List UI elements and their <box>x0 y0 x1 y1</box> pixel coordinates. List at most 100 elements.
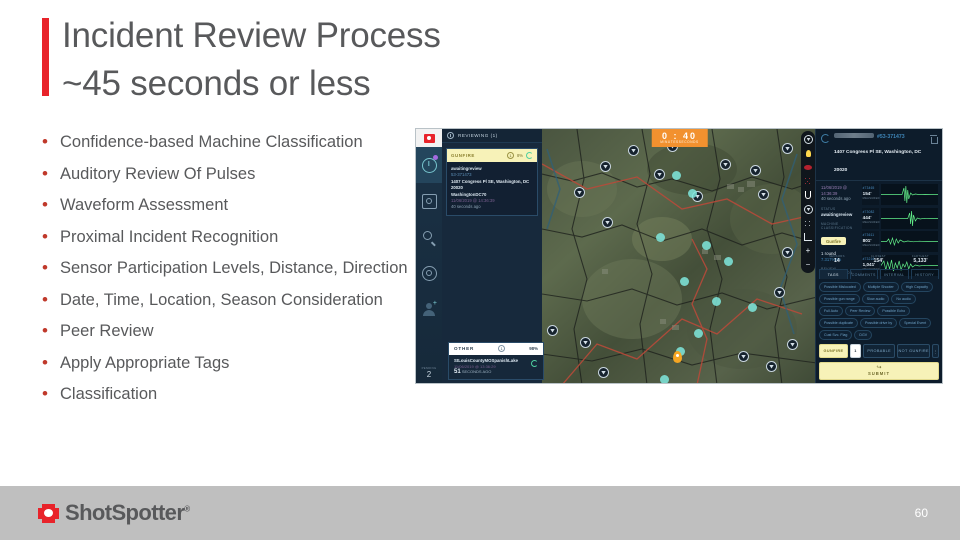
incident-detail-panel: #53-371473 1407 Congress Pl SE, Washingt… <box>815 129 942 383</box>
sensor-pin-icon[interactable] <box>803 204 813 214</box>
waveform-plot[interactable] <box>880 207 938 229</box>
incident-marker[interactable] <box>724 257 733 266</box>
sidebar-item-user[interactable]: + <box>416 291 442 327</box>
list-item: • Waveform Assessment <box>38 191 413 220</box>
tab-history[interactable]: HISTORY <box>910 269 939 279</box>
list-item: • Peer Review <box>38 317 413 346</box>
incident-marker[interactable] <box>702 241 711 250</box>
tag-chip[interactable]: Possible duplicate <box>819 318 858 328</box>
dot-cluster-icon[interactable] <box>803 176 813 186</box>
sensor-pin[interactable] <box>574 187 585 198</box>
incident-marker[interactable] <box>694 329 703 338</box>
probable-button[interactable]: PROBABLE <box>862 344 896 358</box>
tag-chip[interactable]: Possible gun range <box>819 294 860 304</box>
incident-marker[interactable] <box>680 277 689 286</box>
other-card-body: StLouisCountyMOSpanishLake 11/06/2019 @ … <box>449 355 543 379</box>
bullet-dot-icon: • <box>42 226 48 246</box>
sensor-pin[interactable] <box>782 247 793 258</box>
grid-icon[interactable] <box>803 218 813 228</box>
sensor-pin[interactable] <box>774 287 785 298</box>
other-count: 1 <box>498 345 506 353</box>
sensor-pin[interactable] <box>580 337 591 348</box>
zoom-out-icon[interactable]: − <box>803 260 813 270</box>
sensor-pin[interactable] <box>598 367 609 378</box>
tag-chip[interactable]: Possible Mislocated <box>819 282 861 292</box>
tag-chip[interactable]: Possible Echo <box>877 306 911 316</box>
waveform-row[interactable]: #73082 444' MEASURED <box>861 207 938 229</box>
sensor-pin[interactable] <box>782 143 793 154</box>
tag-chip[interactable]: Multiple Shooter <box>862 282 899 292</box>
list-item: • Proximal Incident Recognition <box>38 223 413 252</box>
incident-marker[interactable] <box>712 297 721 306</box>
gunfire-button[interactable]: GUNFIRE <box>819 344 848 358</box>
incident-marker[interactable] <box>688 189 697 198</box>
classification-actions: GUNFIRE 1 PROBABLE NOT GUNFIRE ⋮ <box>816 340 942 360</box>
sidebar-item-settings[interactable] <box>416 255 442 291</box>
tab-tags[interactable]: TAGS <box>819 269 848 279</box>
waveform-distance: 801' <box>862 238 872 243</box>
incident-marker[interactable] <box>748 303 757 312</box>
tag-chip[interactable]: High Capacity <box>900 282 934 292</box>
trophy-icon[interactable] <box>803 190 813 200</box>
incident-age: 40 seconds ago <box>451 204 481 210</box>
incident-marker[interactable] <box>660 375 669 383</box>
tag-chip[interactable]: No audio <box>891 294 916 304</box>
incident-card-body: awaitingreview 53-371473 1407 Congress P… <box>447 162 537 215</box>
sidebar-item-search[interactable] <box>416 219 442 255</box>
sidebar-item-alerts[interactable] <box>416 147 442 183</box>
sensor-pin[interactable] <box>738 351 749 362</box>
sensor-pin[interactable] <box>750 165 761 176</box>
waveform-plot[interactable] <box>880 184 938 205</box>
incident-map[interactable]: 0 : 40 MINUTES SECONDS + − <box>542 129 817 383</box>
incident-marker[interactable] <box>656 233 665 242</box>
list-item: • Sensor Participation Levels, Distance,… <box>38 254 413 283</box>
list-item: • Date, Time, Location, Season Considera… <box>38 286 413 315</box>
sensor-pin[interactable] <box>600 161 611 172</box>
sensor-pin[interactable] <box>758 189 769 200</box>
tag-list: Possible Mislocated Multiple Shooter Hig… <box>816 279 942 340</box>
sensor-pin[interactable] <box>654 169 665 180</box>
incident-oval-icon[interactable] <box>803 162 813 172</box>
round-count-stepper[interactable]: 1 <box>849 344 861 358</box>
other-incident-card[interactable]: OTHER 1 98% StLouisCountyMOSpanishLake 1… <box>448 341 544 380</box>
lightbulb-icon[interactable] <box>803 148 813 158</box>
waveform-row[interactable]: #73465 154' MEASURED <box>861 184 938 205</box>
bullet-dot-icon: • <box>42 195 48 214</box>
incident-queue-card[interactable]: GUNFIRE 1 8% awaitingreview 53-371473 14… <box>446 148 538 217</box>
bullet-dot-icon: • <box>42 289 48 309</box>
incident-address-line-1: 1407 Congress Pl SE, Washington, DC <box>451 178 530 184</box>
waveform-row[interactable]: #73611 801' MEASURED <box>861 231 938 252</box>
other-classification: OTHER <box>454 346 475 352</box>
sensor-pin[interactable] <box>720 159 731 170</box>
detail-address: 1407 Congress Pl SE, Washington, DC 2002… <box>834 150 922 173</box>
more-options-icon[interactable]: ⋮ <box>931 344 939 358</box>
tag-chip[interactable]: Full Auto <box>819 306 843 316</box>
selected-incident-pin[interactable] <box>673 351 682 363</box>
trash-icon[interactable] <box>930 135 939 144</box>
tag-chip[interactable]: Peer Review <box>844 306 876 316</box>
tag-chip[interactable]: Special Event <box>899 318 932 328</box>
sensor-pin[interactable] <box>602 217 613 228</box>
incident-marker[interactable] <box>672 171 681 180</box>
waveform-plot[interactable] <box>880 231 938 252</box>
tab-comments[interactable]: COMMENTS <box>849 269 878 279</box>
measure-icon[interactable] <box>803 232 813 242</box>
page-number: 60 <box>914 506 928 520</box>
stat-sensors: SENSORS 14 <box>829 254 845 264</box>
tab-interval[interactable]: INTERVAL <box>880 269 909 279</box>
shotspotter-logo-icon <box>38 503 59 523</box>
tag-chip[interactable]: Possible drive by <box>859 318 898 328</box>
tag-chip[interactable]: Cust Svc. Flag <box>819 330 853 340</box>
sensor-pin[interactable] <box>628 145 639 156</box>
submit-button[interactable]: ↪ SUBMIT <box>819 362 939 380</box>
tag-chip[interactable]: Slow audio <box>861 294 890 304</box>
sensor-pin[interactable] <box>766 361 777 372</box>
app-logo <box>416 129 442 147</box>
tag-chip[interactable]: DGV <box>854 330 873 340</box>
sensor-pin[interactable] <box>547 325 558 336</box>
sidebar-item-target[interactable] <box>416 183 442 219</box>
zoom-in-icon[interactable]: + <box>803 246 813 256</box>
not-gunfire-button[interactable]: NOT GUNFIRE <box>897 344 930 358</box>
sensor-filter-icon[interactable] <box>803 134 813 144</box>
sensor-pin[interactable] <box>787 339 798 350</box>
